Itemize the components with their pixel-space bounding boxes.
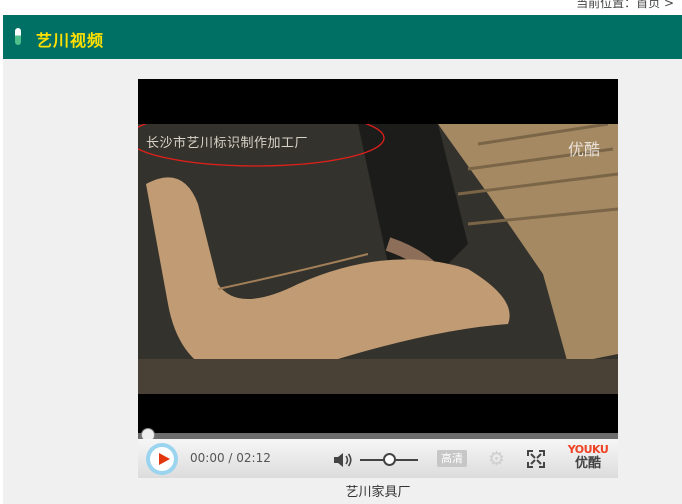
section-header: 艺川视频	[3, 15, 682, 59]
pill-icon	[15, 28, 21, 45]
video-frame[interactable]: 长沙市艺川标识制作加工厂 优酷	[138, 124, 618, 394]
video-overlay-text: 长沙市艺川标识制作加工厂	[146, 136, 309, 151]
youku-logo[interactable]: YOUKU 优酷	[566, 443, 610, 472]
quality-button[interactable]: 高清	[437, 450, 467, 467]
fullscreen-icon[interactable]	[527, 450, 545, 468]
play-button[interactable]	[146, 443, 178, 475]
time-display: 00:00 / 02:12	[190, 451, 271, 465]
play-icon	[159, 453, 170, 465]
video-caption: 艺川家具厂	[345, 485, 411, 500]
video-player[interactable]: 长沙市艺川标识制作加工厂 优酷 00:00 / 02:12 高清 ⚙ YOUKU…	[138, 79, 618, 478]
volume-icon[interactable]	[333, 451, 353, 469]
control-bar: 00:00 / 02:12 高清 ⚙ YOUKU 优酷	[138, 439, 618, 478]
gear-icon[interactable]: ⚙	[488, 448, 505, 470]
video-scene	[138, 124, 618, 394]
breadcrumb: 当前位置：首页 >	[576, 0, 674, 10]
volume-knob[interactable]	[383, 453, 396, 466]
brand-cn: 优酷	[574, 456, 601, 471]
section-title: 艺川视频	[36, 31, 105, 50]
youku-watermark: 优酷	[567, 140, 600, 159]
top-bar: 当前位置：首页 >	[0, 0, 682, 15]
brand-en: YOUKU	[567, 443, 609, 456]
